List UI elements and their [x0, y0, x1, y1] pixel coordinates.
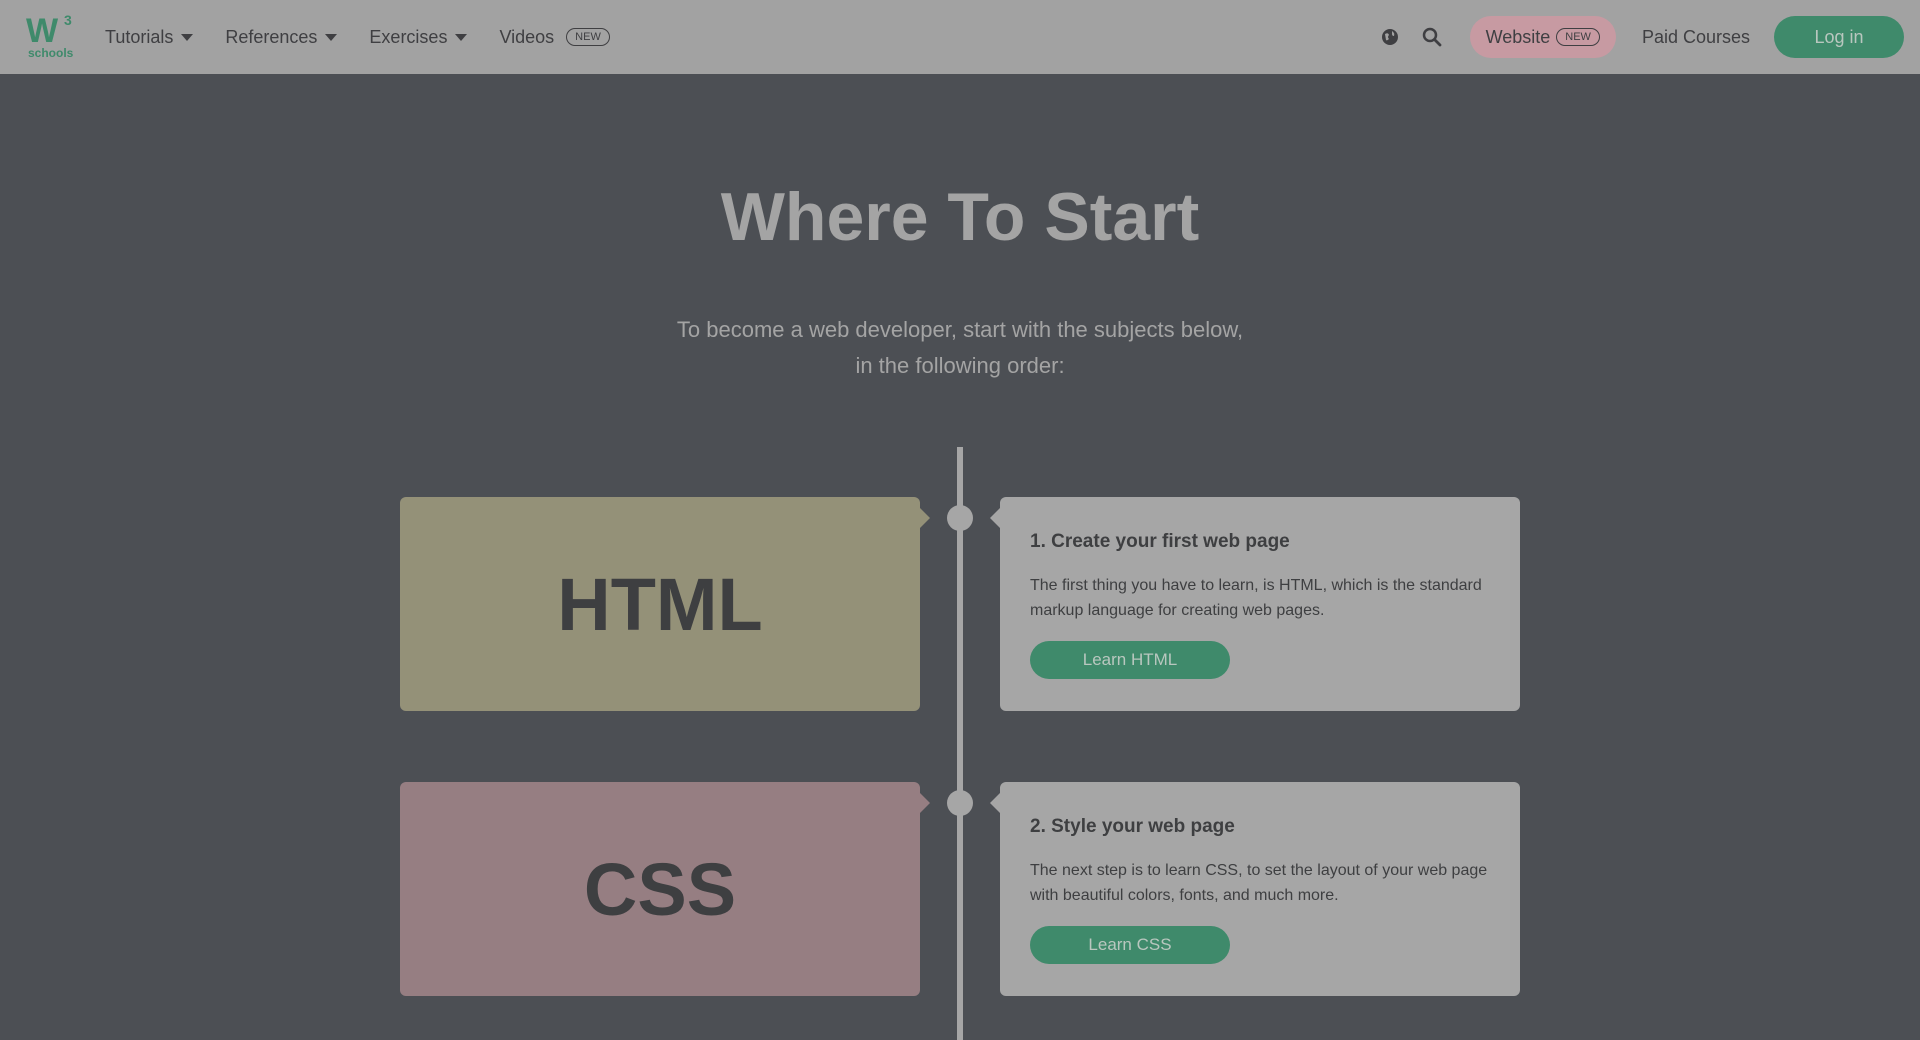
globe-button[interactable]	[1374, 21, 1406, 53]
website-button[interactable]: Website NEW	[1469, 16, 1616, 58]
learn-css-button[interactable]: Learn CSS	[1030, 926, 1230, 964]
html-card[interactable]: HTML	[400, 497, 920, 711]
new-badge: NEW	[1556, 28, 1600, 46]
new-badge: NEW	[566, 28, 610, 46]
css-card-pointer	[920, 793, 930, 813]
step-heading: 1. Create your first web page	[1030, 531, 1290, 552]
chevron-down-icon	[325, 33, 338, 41]
search-button[interactable]	[1416, 21, 1448, 53]
page-subtitle: To become a web developer, start with th…	[0, 312, 1920, 384]
step-card: 1. Create your first web page The first …	[1000, 497, 1520, 711]
timeline-line	[957, 447, 963, 1040]
nav-exercises[interactable]: Exercises	[369, 26, 468, 48]
step-description: The first thing you have to learn, is HT…	[1030, 577, 1482, 619]
login-button[interactable]: Log in	[1774, 16, 1904, 58]
globe-icon	[1381, 29, 1398, 45]
timeline-dot	[947, 790, 973, 816]
nav-videos-label: Videos	[499, 26, 555, 47]
logo-mark: W	[26, 12, 58, 50]
logo-superscript: 3	[64, 12, 72, 28]
website-label: Website	[1485, 26, 1551, 47]
search-icon	[1422, 27, 1441, 47]
nav-videos[interactable]: Videos NEW	[499, 26, 610, 48]
learn-html-button[interactable]: Learn HTML	[1030, 641, 1230, 679]
w3schools-logo[interactable]: W 3 schools	[26, 12, 76, 60]
logo-word: schools	[28, 46, 74, 60]
step-description: The next step is to learn CSS, to set th…	[1030, 862, 1488, 904]
subtitle-line-1: To become a web developer, start with th…	[676, 317, 1244, 342]
html-card-pointer	[920, 508, 930, 528]
chevron-down-icon	[181, 33, 194, 41]
main-nav: Tutorials References Exercises Videos NE…	[105, 0, 610, 74]
nav-tutorials[interactable]: Tutorials	[105, 26, 194, 48]
step-heading: 2. Style your web page	[1030, 816, 1235, 837]
step-card-pointer	[990, 793, 1000, 813]
css-card[interactable]: CSS	[400, 782, 920, 996]
page-title: Where To Start	[720, 179, 1200, 255]
paid-courses-link[interactable]: Paid Courses	[1642, 27, 1750, 48]
step-card: 2. Style your web page The next step is …	[1000, 782, 1520, 996]
timeline-dot	[947, 505, 973, 531]
chevron-down-icon	[455, 33, 468, 41]
step-card-pointer	[990, 508, 1000, 528]
nav-references-label: References	[225, 26, 318, 47]
nav-references[interactable]: References	[225, 26, 338, 48]
subtitle-line-2: in the following order:	[855, 353, 1065, 378]
right-nav: Website NEW Paid Courses Log in	[1374, 0, 1904, 74]
nav-exercises-label: Exercises	[369, 26, 448, 47]
top-navigation-bar: W 3 schools Tutorials References Exercis…	[0, 0, 1920, 74]
nav-tutorials-label: Tutorials	[105, 26, 174, 47]
